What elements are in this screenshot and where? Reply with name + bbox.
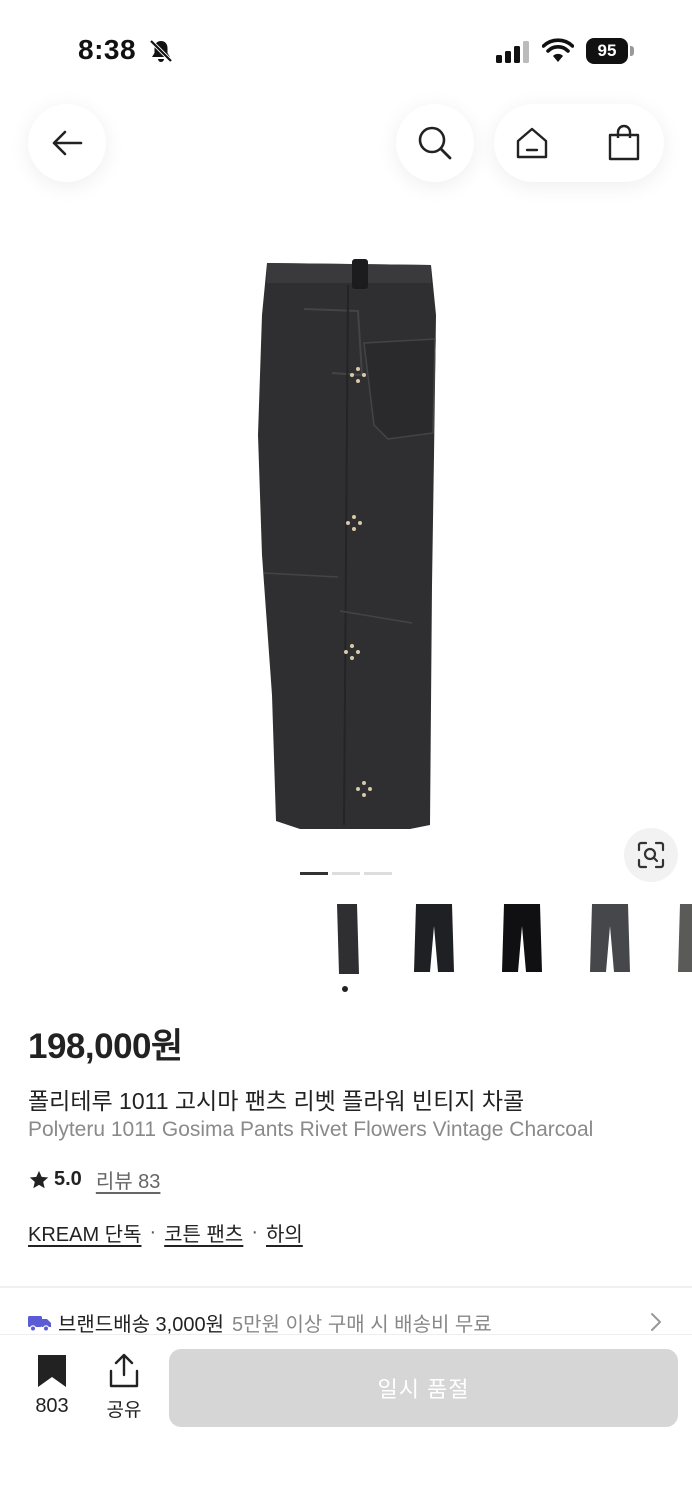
back-button[interactable] bbox=[28, 104, 106, 182]
category-tags: KREAM 단독 · 코튼 팬츠 · 하의 bbox=[28, 1218, 303, 1247]
bell-slash-icon bbox=[149, 39, 173, 63]
tag-separator: · bbox=[251, 1221, 258, 1243]
rating-value: 5.0 bbox=[54, 1168, 82, 1190]
thumbnail-item[interactable] bbox=[482, 896, 562, 980]
tag-separator: · bbox=[149, 1221, 157, 1243]
image-pager bbox=[300, 872, 392, 876]
shipping-info[interactable]: 브랜드배송 3,000원 5만원 이상 구매 시 배송비 무료 bbox=[28, 1308, 492, 1337]
product-image[interactable] bbox=[240, 255, 460, 835]
review-link[interactable]: 리뷰 83 bbox=[96, 1165, 161, 1194]
battery-level: 95 bbox=[586, 38, 628, 64]
shipping-label: 브랜드배송 3,000원 bbox=[58, 1314, 225, 1336]
thumbnail-item[interactable] bbox=[394, 896, 474, 980]
chevron-right-icon[interactable] bbox=[648, 1311, 664, 1333]
status-time: 8:38 bbox=[78, 34, 137, 65]
nav-pill bbox=[494, 104, 664, 182]
save-button[interactable]: 803 bbox=[22, 1353, 82, 1423]
status-bar: 8:38 95 bbox=[0, 0, 692, 100]
pager-dot bbox=[332, 872, 360, 875]
pager-dot bbox=[364, 872, 392, 875]
search-icon bbox=[418, 126, 452, 160]
wifi-icon bbox=[542, 38, 574, 62]
shipping-note: 5만원 이상 구매 시 배송비 무료 bbox=[232, 1314, 492, 1336]
lens-search-button[interactable] bbox=[624, 828, 678, 882]
bottom-action-bar: 803 공유 일시 품절 bbox=[0, 1334, 692, 1500]
signal-icon bbox=[496, 41, 529, 63]
share-icon bbox=[109, 1353, 139, 1388]
star-icon bbox=[29, 1170, 49, 1188]
tag-link[interactable]: 하의 bbox=[266, 1218, 303, 1247]
thumbnail-strip bbox=[302, 896, 692, 996]
product-name-en: Polyteru 1011 Gosima Pants Rivet Flowers… bbox=[28, 1118, 594, 1141]
save-count: 803 bbox=[35, 1395, 69, 1417]
back-arrow-icon bbox=[52, 130, 83, 156]
shopping-bag-icon bbox=[608, 124, 640, 161]
bookmark-icon bbox=[38, 1355, 66, 1387]
home-icon bbox=[516, 127, 548, 159]
lens-search-icon bbox=[637, 841, 665, 869]
search-button[interactable] bbox=[396, 104, 474, 182]
product-name-ko: 폴리테루 1011 고시마 팬츠 리벳 플라워 빈티지 차콜 bbox=[28, 1088, 525, 1114]
sold-out-button[interactable]: 일시 품절 bbox=[169, 1349, 678, 1427]
thumbnail-item[interactable] bbox=[305, 896, 385, 980]
battery-icon: 95 bbox=[586, 38, 634, 64]
share-label: 공유 bbox=[106, 1400, 142, 1421]
share-button[interactable]: 공유 bbox=[96, 1353, 152, 1423]
truck-icon bbox=[28, 1315, 51, 1332]
thumbnail-selected-indicator bbox=[342, 986, 348, 992]
thumbnail-item[interactable] bbox=[658, 896, 692, 980]
thumbnail-item[interactable] bbox=[570, 896, 650, 980]
tag-link[interactable]: 코튼 팬츠 bbox=[164, 1218, 243, 1247]
product-price: 198,000원 bbox=[28, 1027, 183, 1066]
home-button[interactable] bbox=[512, 123, 552, 163]
cart-button[interactable] bbox=[604, 123, 644, 163]
pager-dot bbox=[300, 872, 328, 875]
section-divider bbox=[0, 1286, 692, 1288]
tag-link[interactable]: KREAM 단독 bbox=[28, 1218, 141, 1247]
rating-row: 5.0 리뷰 83 bbox=[28, 1165, 160, 1194]
